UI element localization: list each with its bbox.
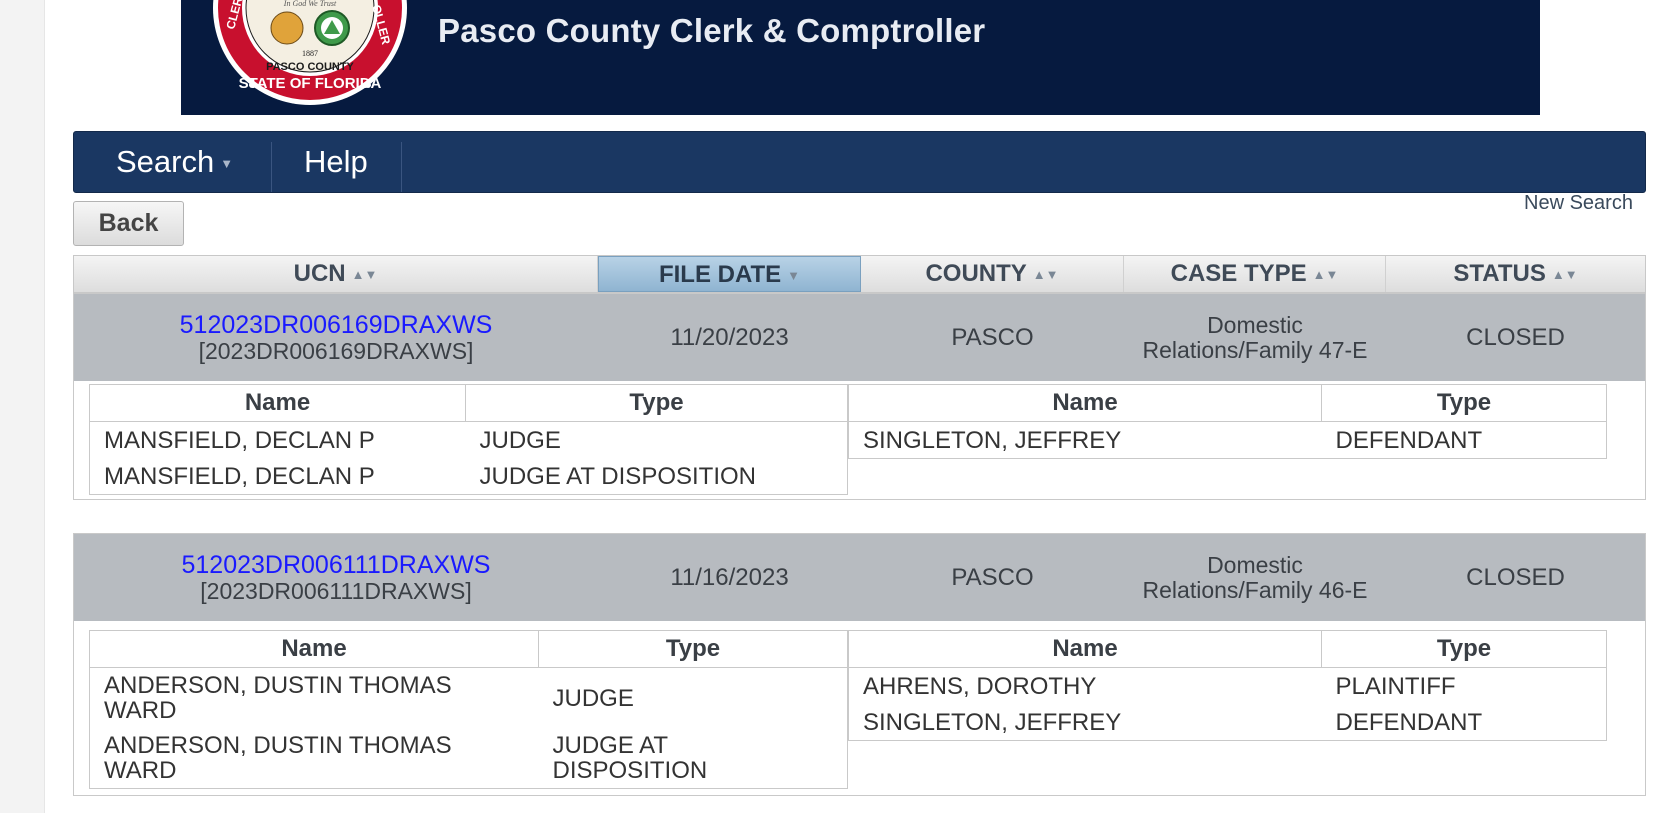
column-header-file-date[interactable]: FILE DATE ▼ xyxy=(598,256,861,292)
case-ucn-cell: 512023DR006169DRAXWS [2023DR006169DRAXWS… xyxy=(74,294,598,381)
nav-divider xyxy=(271,142,272,192)
parties-table: Name Type SINGLETON, JEFFREY DEFENDANT xyxy=(848,384,1607,459)
table-row: MANSFIELD, DECLAN P JUDGE AT DISPOSITION xyxy=(90,458,848,495)
case-type: Domestic Relations/Family 46-E xyxy=(1142,551,1368,603)
parties-type-header: Type xyxy=(1321,630,1607,668)
case-number: [2023DR006169DRAXWS] xyxy=(198,337,474,364)
parties-name-header: Name xyxy=(848,630,1322,668)
sort-icon: ▲▼ xyxy=(1551,266,1578,282)
new-search-link[interactable]: New Search xyxy=(1524,192,1633,215)
column-header-ucn[interactable]: UCN ▲▼ xyxy=(74,256,598,292)
table-row: ANDERSON, DUSTIN THOMAS WARD JUDGE xyxy=(90,668,848,729)
party-type: JUDGE xyxy=(479,426,561,454)
seal-year-text: 1887 xyxy=(302,49,318,58)
party-name: MANSFIELD, DECLAN P xyxy=(104,462,375,490)
judges-table: Name Type ANDERSON, DUSTIN THOMAS WARD J… xyxy=(89,630,848,789)
case-status: CLOSED xyxy=(1466,563,1565,591)
case-ucn-cell: 512023DR006111DRAXWS [2023DR006111DRAXWS… xyxy=(74,534,598,621)
party-type: DEFENDANT xyxy=(1335,426,1483,454)
nav-search-menu[interactable]: Search ▼ xyxy=(116,132,233,192)
party-type: DEFENDANT xyxy=(1335,708,1483,736)
sort-desc-icon: ▼ xyxy=(787,267,801,283)
judges-table: Name Type MANSFIELD, DECLAN P JUDGE MANS… xyxy=(89,384,848,495)
party-type: JUDGE xyxy=(552,684,634,712)
party-type: JUDGE AT DISPOSITION xyxy=(479,462,757,490)
party-name: MANSFIELD, DECLAN P xyxy=(104,426,375,454)
sort-icon: ▲▼ xyxy=(351,266,378,282)
column-header-status-label: STATUS xyxy=(1453,260,1546,287)
case-ucn-link[interactable]: 512023DR006111DRAXWS xyxy=(182,552,491,578)
case-summary-row: 512023DR006111DRAXWS [2023DR006111DRAXWS… xyxy=(74,534,1645,621)
party-type: PLAINTIFF xyxy=(1335,672,1456,700)
case-county: PASCO xyxy=(951,563,1034,591)
nav-help-menu[interactable]: Help xyxy=(304,132,368,192)
main-navbar: Search ▼ Help xyxy=(73,131,1646,193)
table-row: MANSFIELD, DECLAN P JUDGE xyxy=(90,422,848,459)
judges-type-header: Type xyxy=(465,384,848,422)
case-result: 512023DR006111DRAXWS [2023DR006111DRAXWS… xyxy=(73,533,1646,796)
party-name: AHRENS, DOROTHY xyxy=(863,672,1097,700)
case-result: 512023DR006169DRAXWS [2023DR006169DRAXWS… xyxy=(73,293,1646,500)
table-row: SINGLETON, JEFFREY DEFENDANT xyxy=(849,422,1607,459)
column-header-ucn-label: UCN xyxy=(293,260,346,287)
seal-motto-text: In God We Trust xyxy=(283,0,337,8)
parties-name-header: Name xyxy=(848,384,1322,422)
county-seal-icon: STATE OF FLORIDA PASCO COUNTY 1887 In Go… xyxy=(213,0,407,105)
case-type: Domestic Relations/Family 47-E xyxy=(1142,311,1368,363)
table-row: SINGLETON, JEFFREY DEFENDANT xyxy=(849,704,1607,741)
party-type: JUDGE AT DISPOSITION xyxy=(552,732,708,784)
case-file-date: 11/16/2023 xyxy=(670,563,789,591)
case-summary-row: 512023DR006169DRAXWS [2023DR006169DRAXWS… xyxy=(74,294,1645,381)
parties-type-header: Type xyxy=(1321,384,1607,422)
parties-table: Name Type AHRENS, DOROTHY PLAINTIFF SING… xyxy=(848,630,1607,741)
caret-down-icon: ▼ xyxy=(220,155,234,171)
column-header-case-type-label: CASE TYPE xyxy=(1170,260,1307,287)
case-county: PASCO xyxy=(951,323,1034,351)
column-header-county[interactable]: COUNTY ▲▼ xyxy=(861,256,1124,292)
nav-divider xyxy=(401,142,402,192)
back-button[interactable]: Back xyxy=(73,201,184,246)
nav-help-label: Help xyxy=(304,144,368,179)
case-file-date: 11/20/2023 xyxy=(670,323,789,351)
column-header-case-type[interactable]: CASE TYPE ▲▼ xyxy=(1124,256,1386,292)
party-name: SINGLETON, JEFFREY xyxy=(863,708,1122,736)
page-left-gutter xyxy=(0,0,45,813)
case-number: [2023DR006111DRAXWS] xyxy=(200,577,472,604)
sort-icon: ▲▼ xyxy=(1312,266,1339,282)
column-header-file-date-label: FILE DATE xyxy=(658,261,782,288)
judges-type-header: Type xyxy=(538,630,848,668)
table-row: ANDERSON, DUSTIN THOMAS WARD JUDGE AT DI… xyxy=(90,728,848,789)
case-status: CLOSED xyxy=(1466,323,1565,351)
header-banner: STATE OF FLORIDA PASCO COUNTY 1887 In Go… xyxy=(181,0,1540,115)
column-header-county-label: COUNTY xyxy=(925,260,1027,287)
nav-search-label: Search xyxy=(116,144,215,179)
seal-state-text: STATE OF FLORIDA xyxy=(239,75,382,92)
results-header: UCN ▲▼ FILE DATE ▼ COUNTY ▲▼ CASE TYPE ▲▼ ST… xyxy=(73,255,1646,293)
sort-icon: ▲▼ xyxy=(1032,266,1059,282)
judges-name-header: Name xyxy=(89,384,466,422)
seal-county-text: PASCO COUNTY xyxy=(266,61,354,73)
table-row: AHRENS, DOROTHY PLAINTIFF xyxy=(849,668,1607,705)
judges-name-header: Name xyxy=(89,630,539,668)
party-name: SINGLETON, JEFFREY xyxy=(863,426,1122,454)
banner-title: Pasco County Clerk & Comptroller xyxy=(438,12,986,49)
column-header-status[interactable]: STATUS ▲▼ xyxy=(1386,256,1645,292)
case-ucn-link[interactable]: 512023DR006169DRAXWS xyxy=(180,312,493,338)
party-name: ANDERSON, DUSTIN THOMAS WARD xyxy=(104,732,452,784)
party-name: ANDERSON, DUSTIN THOMAS WARD xyxy=(104,672,452,724)
